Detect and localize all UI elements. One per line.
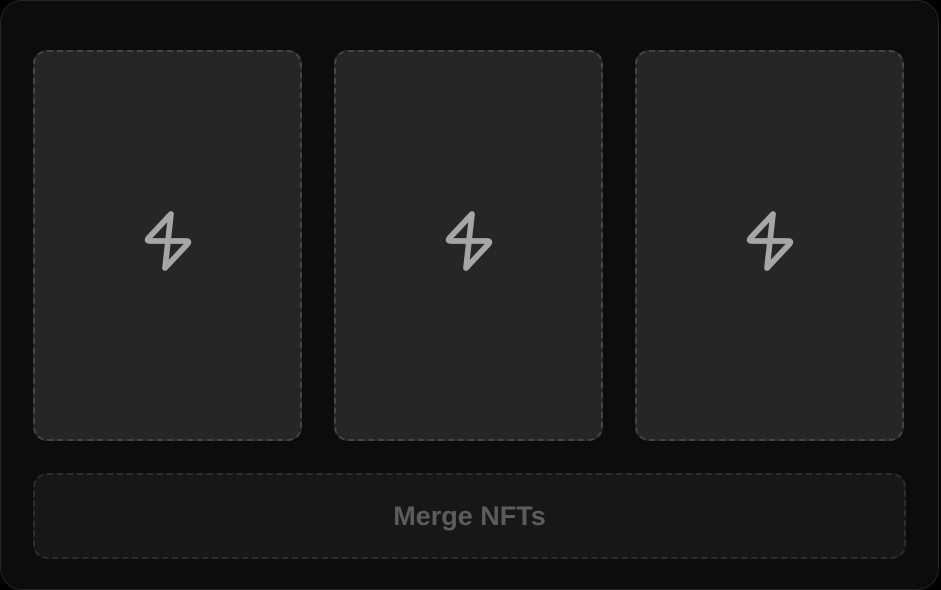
merge-nfts-button[interactable]: Merge NFTs [33,473,906,559]
nft-slot-2[interactable] [334,50,603,441]
lightning-bolt-icon [746,210,793,271]
nft-slot-1[interactable] [33,50,302,441]
lightning-bolt-icon [445,210,492,271]
lightning-bolt-icon [144,210,191,271]
merge-panel: Merge NFTs [0,0,939,590]
nft-slot-3[interactable] [635,50,904,441]
